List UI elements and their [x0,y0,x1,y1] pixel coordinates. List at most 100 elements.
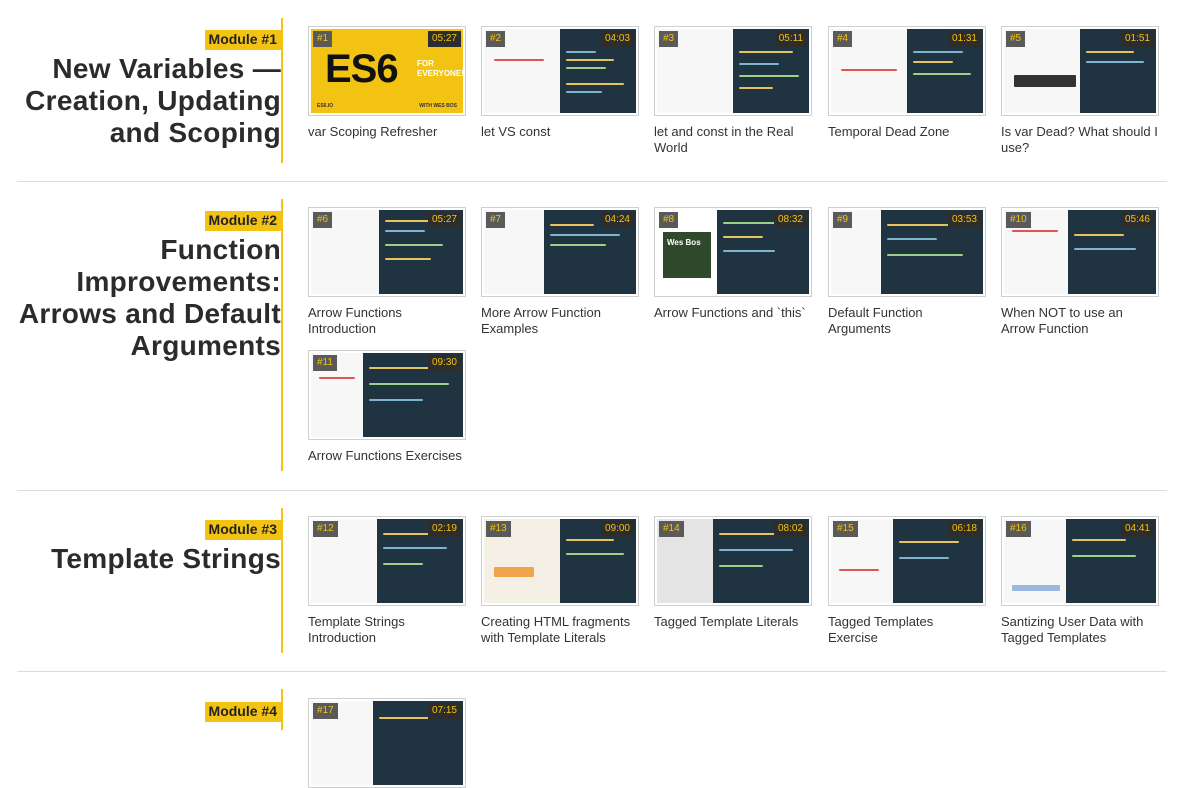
video-card[interactable]: #11 09:30 Arrow Functions Exercises [308,350,466,464]
video-title-link[interactable]: Creating HTML fragments with Template Li… [481,614,639,646]
video-number-badge: #15 [833,521,858,537]
video-card[interactable]: #5 01:51 Is var Dead? What should I use? [1001,26,1159,156]
video-duration-badge: 08:32 [773,212,807,228]
video-thumbnail[interactable]: #3 05:11 [654,26,812,116]
video-number-badge: #11 [313,355,337,371]
video-card[interactable]: #4 01:31 Temporal Dead Zone [828,26,986,140]
video-card[interactable]: #16 04:41 Santizing User Data with Tagge… [1001,516,1159,646]
video-thumbnail[interactable]: Wes Bos #8 08:32 [654,207,812,297]
video-card[interactable]: #6 05:27 Arrow Functions Introduction [308,207,466,337]
video-thumbnail[interactable]: #6 05:27 [308,207,466,297]
module-divider [281,689,283,730]
video-duration-badge: 05:46 [1120,212,1154,228]
video-duration-badge: 05:27 [427,212,461,228]
video-thumbnail[interactable]: ES6 FOR EVERYONE! ES6.IO WITH WES BOS #1 … [308,26,466,116]
video-thumbnail[interactable]: #15 06:18 [828,516,986,606]
video-thumbnail[interactable]: #14 08:02 [654,516,812,606]
video-duration-badge: 04:24 [600,212,634,228]
video-number-badge: #17 [313,703,338,719]
video-card[interactable]: #7 04:24 More Arrow Function Examples [481,207,639,337]
video-duration-badge: 01:51 [1120,31,1154,47]
video-title-link[interactable]: Tagged Template Literals [654,614,812,630]
module-divider [281,508,283,653]
video-title-link[interactable]: Template Strings Introduction [308,614,466,646]
module-title: Template Strings [51,543,281,574]
video-number-badge: #16 [1006,521,1031,537]
video-duration-badge: 09:00 [600,521,634,537]
video-title-link[interactable]: let VS const [481,124,639,140]
video-thumbnail[interactable]: #7 04:24 [481,207,639,297]
video-number-badge: #14 [659,521,684,537]
video-title-link[interactable]: More Arrow Function Examples [481,305,639,337]
video-card[interactable]: Wes Bos #8 08:32 Arrow Functions and `th… [654,207,812,321]
module-title: New Variables — Creation, Updating and S… [25,53,281,148]
video-number-badge: #10 [1006,212,1031,228]
video-thumbnail[interactable]: #16 04:41 [1001,516,1159,606]
video-title-link[interactable]: Default Function Arguments [828,305,986,337]
video-card[interactable]: #2 04:03 let VS const [481,26,639,140]
video-duration-badge: 02:19 [427,521,461,537]
video-card[interactable]: #9 03:53 Default Function Arguments [828,207,986,337]
video-card[interactable]: #17 07:15 [308,698,466,788]
video-title-link[interactable]: let and const in the Real World [654,124,812,156]
video-number-badge: #3 [659,31,679,47]
module-3: Module #3 Template Strings #12 02:19 Tem… [17,491,1167,671]
module-badge: Module #1 [204,30,281,50]
video-duration-badge: 04:03 [600,31,634,47]
video-card[interactable]: ES6 FOR EVERYONE! ES6.IO WITH WES BOS #1 … [308,26,466,140]
video-thumbnail[interactable]: #11 09:30 [308,350,466,440]
module-divider [281,18,283,163]
video-card[interactable]: #14 08:02 Tagged Template Literals [654,516,812,630]
video-number-badge: #2 [486,31,506,47]
module-badge: Module #2 [204,211,281,231]
video-duration-badge: 05:27 [427,31,461,47]
module-4: Module #4 #17 07:15 [17,672,1167,788]
video-title-link[interactable]: Santizing User Data with Tagged Template… [1001,614,1159,646]
video-card[interactable]: #13 09:00 Creating HTML fragments with T… [481,516,639,646]
video-number-badge: #12 [313,521,338,537]
module-divider [281,199,283,471]
video-thumbnail[interactable]: #9 03:53 [828,207,986,297]
video-title-link[interactable]: Arrow Functions and `this` [654,305,812,321]
video-thumbnail[interactable]: #2 04:03 [481,26,639,116]
video-thumbnail[interactable]: #5 01:51 [1001,26,1159,116]
video-card[interactable]: #12 02:19 Template Strings Introduction [308,516,466,646]
video-thumbnail[interactable]: #17 07:15 [308,698,466,788]
video-number-badge: #8 [659,212,679,228]
video-duration-badge: 06:18 [947,521,981,537]
video-number-badge: #1 [313,31,333,47]
video-thumbnail[interactable]: #10 05:46 [1001,207,1159,297]
video-number-badge: #7 [486,212,506,228]
video-duration-badge: 04:41 [1120,521,1154,537]
video-duration-badge: 01:31 [947,31,981,47]
video-duration-badge: 09:30 [427,355,461,371]
video-number-badge: #9 [833,212,853,228]
video-number-badge: #4 [833,31,853,47]
video-duration-badge: 05:11 [774,31,807,47]
module-title: Function Improvements: Arrows and Defaul… [18,234,281,361]
video-thumbnail[interactable]: #12 02:19 [308,516,466,606]
video-card[interactable]: #15 06:18 Tagged Templates Exercise [828,516,986,646]
video-duration-badge: 08:02 [773,521,807,537]
video-number-badge: #5 [1006,31,1026,47]
video-title-link[interactable]: Arrow Functions Introduction [308,305,466,337]
wes-bos-photo: Wes Bos [663,232,711,278]
video-title-link[interactable]: var Scoping Refresher [308,124,466,140]
video-duration-badge: 03:53 [947,212,981,228]
video-title-link[interactable]: When NOT to use an Arrow Function [1001,305,1159,337]
module-badge: Module #4 [204,702,281,722]
video-card[interactable]: #3 05:11 let and const in the Real World [654,26,812,156]
module-1: Module #1 New Variables — Creation, Upda… [17,0,1167,182]
video-title-link[interactable]: Arrow Functions Exercises [308,448,466,464]
module-badge: Module #3 [204,520,281,540]
video-thumbnail[interactable]: #4 01:31 [828,26,986,116]
video-title-link[interactable]: Is var Dead? What should I use? [1001,124,1159,156]
video-title-link[interactable]: Tagged Templates Exercise [828,614,986,646]
video-number-badge: #13 [486,521,511,537]
module-2: Module #2 Function Improvements: Arrows … [17,182,1167,490]
video-card[interactable]: #10 05:46 When NOT to use an Arrow Funct… [1001,207,1159,337]
video-duration-badge: 07:15 [427,703,461,719]
video-thumbnail[interactable]: #13 09:00 [481,516,639,606]
video-title-link[interactable]: Temporal Dead Zone [828,124,986,140]
video-number-badge: #6 [313,212,333,228]
